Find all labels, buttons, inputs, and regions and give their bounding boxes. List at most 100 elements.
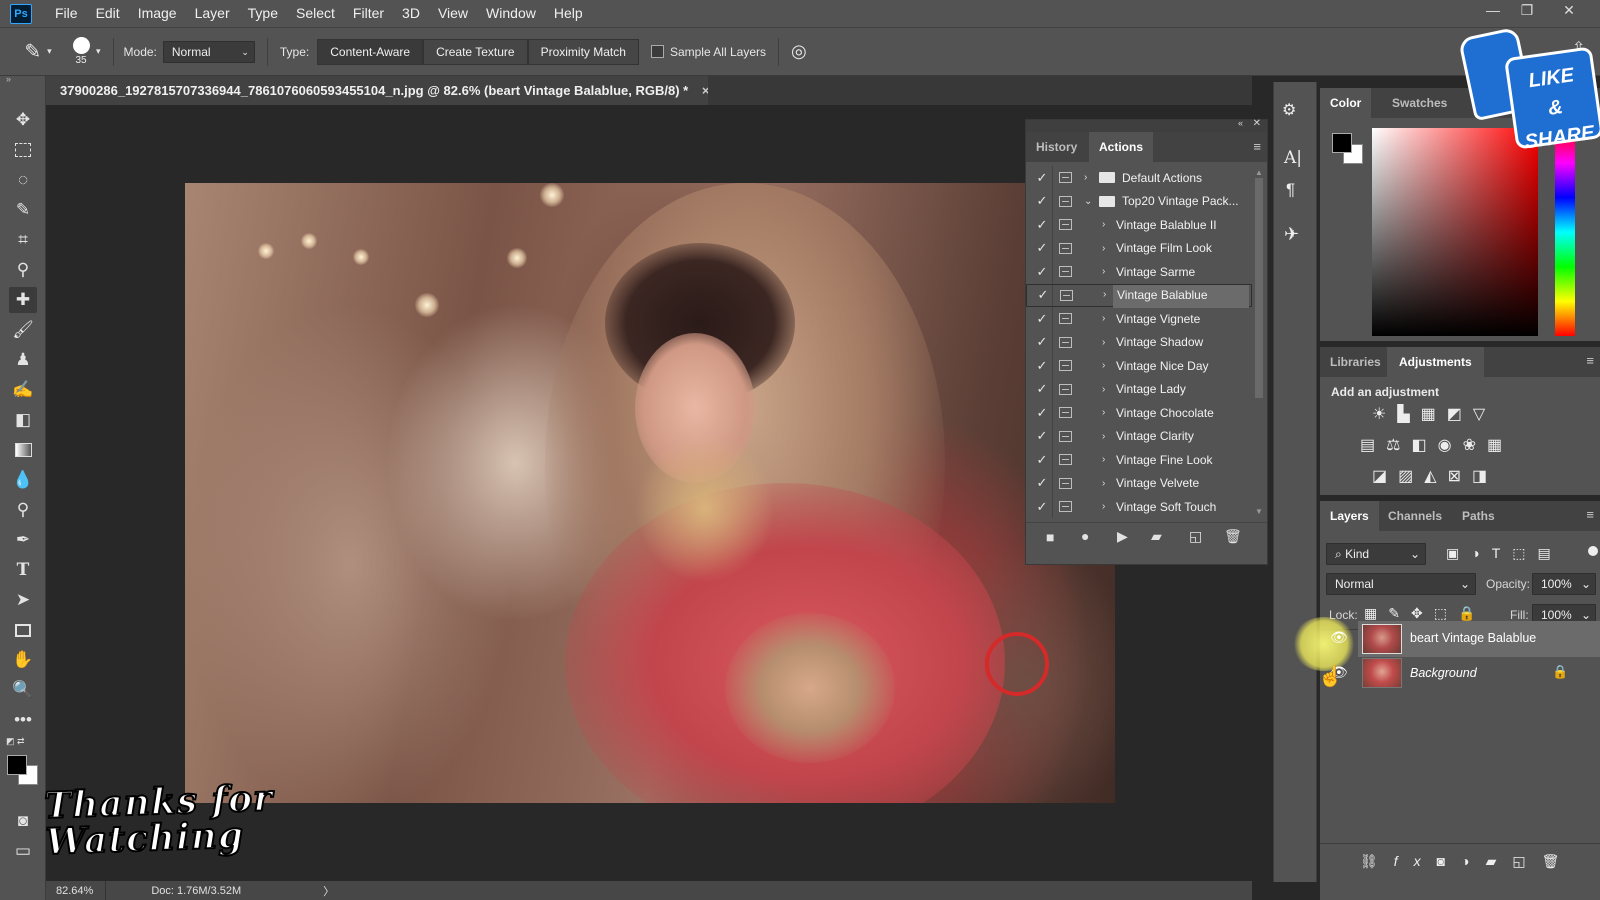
lock-artboard-icon[interactable]: ⬚: [1434, 605, 1458, 621]
color-field[interactable]: [1372, 128, 1538, 336]
layer-name[interactable]: Background: [1410, 666, 1477, 680]
checkmark-icon[interactable]: ✓: [1035, 193, 1049, 209]
quick-selection-tool-icon[interactable]: ✎: [9, 197, 37, 223]
chevron-right-icon[interactable]: ›: [1103, 285, 1106, 305]
new-group-icon[interactable]: ▰: [1486, 853, 1513, 869]
menu-file[interactable]: File: [46, 0, 87, 27]
checkmark-icon[interactable]: ✓: [1035, 452, 1049, 468]
filter-pixel-icon[interactable]: ▣: [1446, 545, 1471, 561]
lock-image-icon[interactable]: ✎: [1388, 605, 1411, 621]
invert-icon[interactable]: ◪: [1372, 468, 1398, 485]
checkmark-icon[interactable]: ✓: [1035, 240, 1049, 256]
checkmark-icon[interactable]: ✓: [1035, 264, 1049, 280]
rectangle-tool-icon[interactable]: [9, 617, 37, 643]
tab-channels[interactable]: Channels: [1378, 501, 1452, 531]
menu-filter[interactable]: Filter: [344, 0, 393, 27]
checkmark-icon[interactable]: ✓: [1035, 405, 1049, 421]
default-colors-icon[interactable]: ◩ ⇄: [6, 736, 25, 747]
action-row[interactable]: ✓ › Vintage Soft Touch: [1026, 495, 1252, 518]
lock-transparent-icon[interactable]: ▦: [1364, 605, 1388, 621]
play-icon[interactable]: ▶: [1117, 528, 1128, 545]
eraser-tool-icon[interactable]: ◧: [9, 407, 37, 433]
sample-all-layers-checkbox[interactable]: [650, 45, 664, 58]
chevron-right-icon[interactable]: ›: [1102, 384, 1105, 395]
opacity-input[interactable]: 100% ⌄: [1532, 573, 1596, 595]
lasso-tool-icon[interactable]: ◌: [9, 167, 37, 193]
stop-icon[interactable]: ■: [1046, 529, 1054, 545]
dialog-toggle-icon[interactable]: [1059, 219, 1072, 230]
chevron-right-icon[interactable]: ›: [1102, 337, 1105, 348]
screen-mode-icon[interactable]: ▭: [9, 838, 37, 864]
vibrance-icon[interactable]: ▽: [1473, 406, 1496, 423]
menu-layer[interactable]: Layer: [186, 0, 239, 27]
checkmark-icon[interactable]: ✓: [1035, 475, 1049, 491]
pen-tool-icon[interactable]: ✒: [9, 527, 37, 553]
foreground-color-swatch[interactable]: [7, 755, 27, 775]
checkmark-icon[interactable]: ✓: [1035, 381, 1049, 397]
chevron-right-icon[interactable]: ›: [1102, 313, 1105, 324]
panel-menu-icon[interactable]: ≡: [1253, 139, 1261, 154]
dialog-toggle-icon[interactable]: [1059, 501, 1072, 512]
new-action-icon[interactable]: ◱: [1189, 528, 1202, 545]
type-proximity-match[interactable]: Proximity Match: [527, 38, 639, 65]
tab-libraries[interactable]: Libraries: [1320, 347, 1391, 377]
chevron-right-icon[interactable]: ›: [1102, 407, 1105, 418]
color-lookup-icon[interactable]: ▦: [1487, 437, 1513, 454]
history-brush-tool-icon[interactable]: ✍: [9, 377, 37, 403]
actions-scrollbar[interactable]: ▲ ▼: [1253, 166, 1265, 518]
filter-type-icon[interactable]: T: [1492, 545, 1513, 561]
dialog-toggle-icon[interactable]: [1059, 360, 1072, 371]
hue-saturation-icon[interactable]: ▤: [1360, 437, 1386, 454]
tab-adjustments[interactable]: Adjustments: [1387, 347, 1484, 377]
dialog-toggle-icon[interactable]: [1059, 195, 1072, 207]
tab-paths[interactable]: Paths: [1452, 501, 1505, 531]
mode-select[interactable]: Normal ⌄: [162, 40, 255, 63]
foreground-color-chip[interactable]: [1332, 133, 1352, 153]
menu-view[interactable]: View: [429, 0, 477, 27]
scroll-up-icon[interactable]: ▲: [1255, 168, 1263, 177]
spot-healing-preset-icon[interactable]: ✎ ▾: [6, 33, 70, 71]
close-tab-icon[interactable]: ×: [702, 83, 708, 98]
exposure-icon[interactable]: ◩: [1447, 406, 1473, 423]
document-tab[interactable]: 37900286_1927815707336944_78610760605934…: [46, 76, 708, 105]
panel-titlebar[interactable]: « ✕: [1026, 118, 1267, 132]
panel-menu-icon[interactable]: ≡: [1586, 507, 1594, 522]
chevron-right-icon[interactable]: ›: [1102, 243, 1105, 254]
dialog-toggle-icon[interactable]: [1059, 430, 1072, 442]
path-selection-tool-icon[interactable]: ➤: [9, 587, 37, 613]
tab-history[interactable]: History: [1036, 132, 1077, 162]
brush-tool-icon[interactable]: 🖌: [9, 317, 37, 343]
status-menu-arrow[interactable]: 〉: [323, 883, 334, 899]
chevron-right-icon[interactable]: ›: [1102, 431, 1105, 442]
gradient-map-icon[interactable]: ◨: [1472, 468, 1498, 485]
menu-image[interactable]: Image: [129, 0, 186, 27]
menu-edit[interactable]: Edit: [87, 0, 129, 27]
brightness-contrast-icon[interactable]: ☀: [1372, 406, 1397, 423]
link-layers-icon[interactable]: ⛓: [1360, 853, 1394, 869]
lock-all-icon[interactable]: 🔒: [1458, 605, 1486, 621]
zoom-tool-icon[interactable]: 🔍: [9, 677, 37, 703]
collapse-toolbox-icon[interactable]: »: [6, 74, 11, 84]
chevron-right-icon[interactable]: ›: [1102, 454, 1105, 465]
dialog-toggle-icon[interactable]: [1060, 289, 1073, 301]
panel-menu-icon[interactable]: ≡: [1586, 353, 1594, 368]
checkmark-icon[interactable]: ✓: [1035, 334, 1049, 350]
action-row[interactable]: ✓ › Vintage Balablue II: [1026, 213, 1252, 236]
threshold-icon[interactable]: ◭: [1424, 468, 1447, 485]
action-row[interactable]: ✓ › Vintage Shadow: [1026, 331, 1252, 354]
action-row[interactable]: ✓ › Vintage Sarme: [1026, 260, 1252, 283]
photo-filter-icon[interactable]: ◉: [1438, 437, 1463, 454]
tab-actions[interactable]: Actions: [1089, 132, 1154, 162]
new-layer-icon[interactable]: ◱: [1512, 853, 1541, 869]
menu-type[interactable]: Type: [239, 0, 287, 27]
hand-tool-icon[interactable]: ✋: [9, 647, 37, 673]
hue-slider[interactable]: [1555, 128, 1575, 336]
chevron-right-icon[interactable]: ›: [1102, 266, 1105, 277]
checkmark-icon[interactable]: ✓: [1035, 358, 1049, 374]
record-icon[interactable]: ●: [1081, 528, 1089, 544]
dialog-toggle-icon[interactable]: [1059, 172, 1072, 183]
tab-swatches[interactable]: Swatches: [1382, 88, 1457, 118]
paragraph-icon[interactable]: ¶: [1286, 180, 1295, 200]
dialog-toggle-icon[interactable]: [1059, 383, 1072, 395]
action-row[interactable]: ✓ › Vintage Velvete: [1026, 472, 1252, 495]
